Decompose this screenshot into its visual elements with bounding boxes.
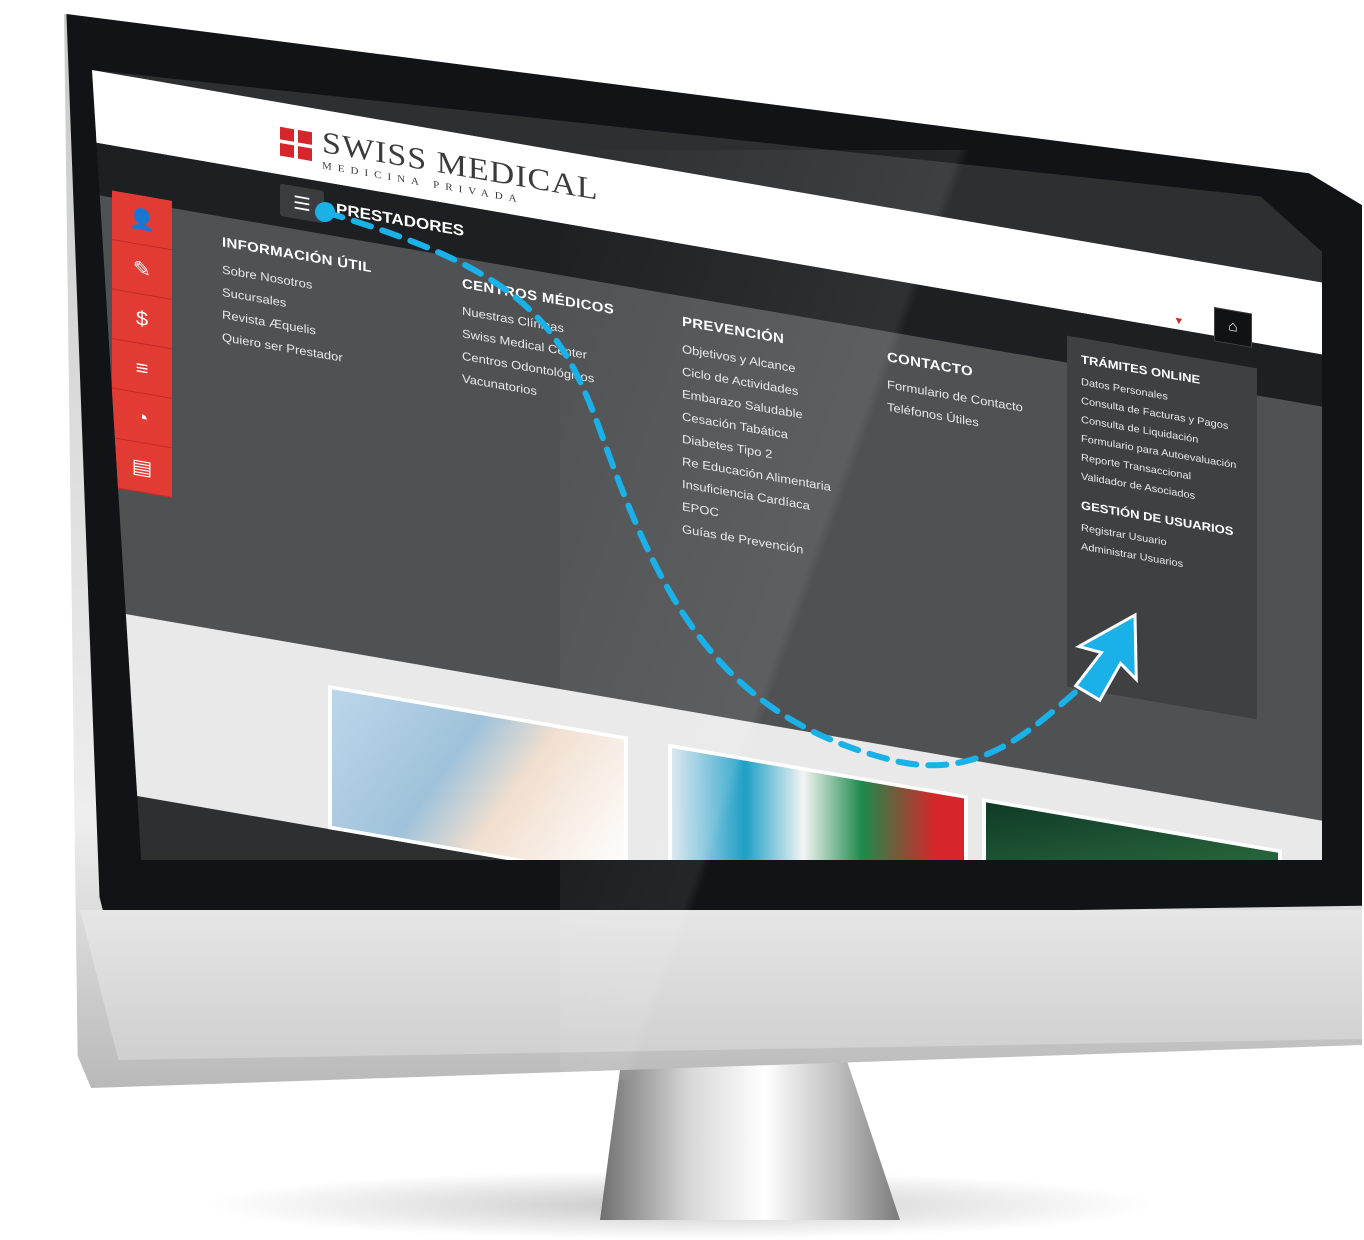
hamburger-menu-button[interactable]: ☰ [280,183,324,224]
thumbnail-prevention-image[interactable] [668,743,968,860]
side-quick-access-rail: 👤 ✎ $ ≡ ◔ ▤ [112,190,172,498]
card-icon[interactable]: ▤ [112,437,172,498]
logo-squares-icon [280,126,312,162]
menu-column-informacion: INFORMACIÓN ÚTIL Sobre Nosotros Sucursal… [222,235,372,379]
chevron-down-icon: ▾ [1175,312,1182,328]
thumbnail-magazine-image[interactable] [982,797,1282,860]
monitor-chin [80,910,1362,1060]
user-small-icon: ● [1095,299,1104,314]
section-title: PRESTADORES [336,200,465,240]
web-page: SWISS MEDICAL MEDICINA PRIVADA ☰ PRESTAD… [92,70,1322,860]
hamburger-icon: ☰ [293,192,311,216]
menu-column-prevencion: PREVENCIÓN Objetivos y Alcance Ciclo de … [682,314,831,570]
monitor-screen: SWISS MEDICAL MEDICINA PRIVADA ☰ PRESTAD… [92,70,1322,860]
menu-column-centros: CENTROS MÉDICOS Nuestras Clínicas Swiss … [462,276,614,420]
tramites-online-panel: TRÁMITES ONLINE Datos Personales Consult… [1067,335,1257,720]
thumbnail-doctor-image[interactable] [328,684,628,860]
home-button[interactable]: ⌂ [1214,307,1252,348]
home-icon: ⌂ [1228,318,1238,336]
menu-column-contacto: CONTACTO Formulario de Contacto Teléfono… [887,350,1023,446]
